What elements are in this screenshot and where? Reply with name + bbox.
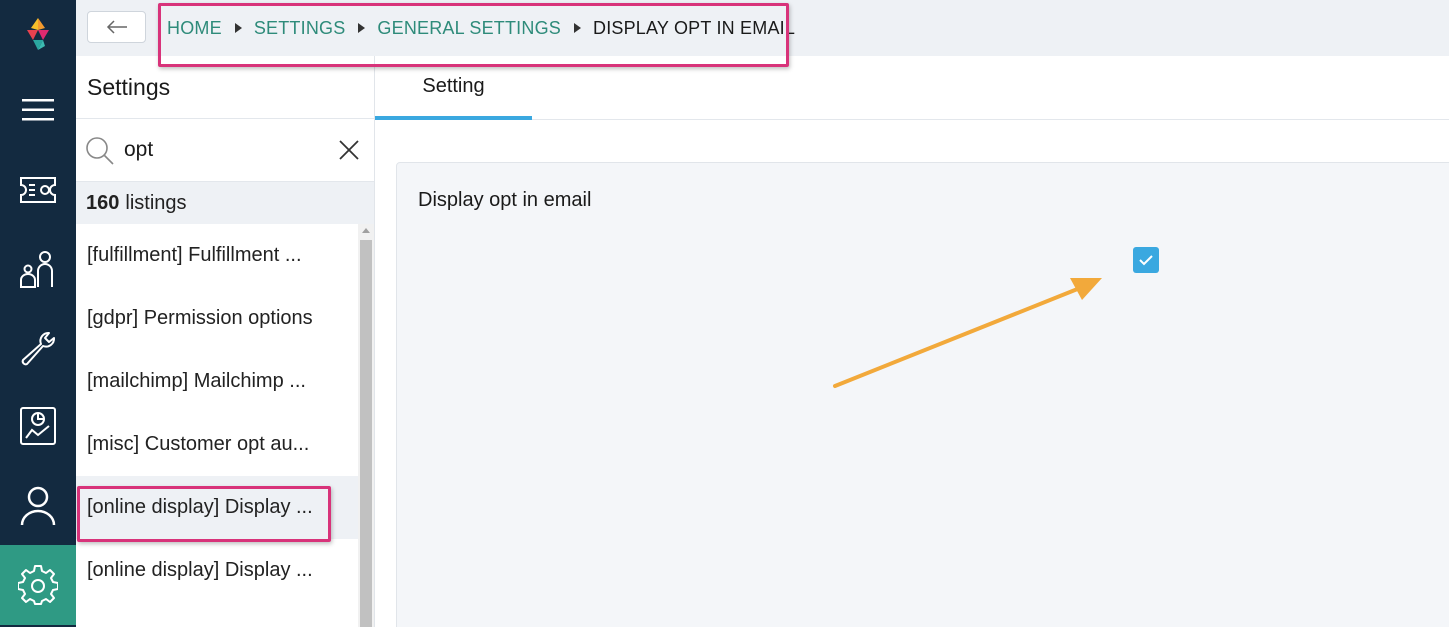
breadcrumb: HOME SETTINGS GENERAL SETTINGS DISPLAY O…	[167, 14, 795, 42]
wrench-icon[interactable]	[0, 317, 76, 381]
checkmark-icon	[1139, 255, 1153, 266]
search-row	[76, 118, 374, 182]
back-button[interactable]	[87, 11, 146, 43]
user-icon[interactable]	[0, 474, 76, 538]
list-item[interactable]: [mailchimp] Mailchimp ...	[76, 350, 358, 413]
list-item[interactable]: [misc] Customer opt au...	[76, 413, 358, 476]
breadcrumb-settings[interactable]: SETTINGS	[254, 18, 346, 39]
icon-rail	[0, 0, 76, 627]
report-icon[interactable]	[0, 394, 76, 458]
arrow-left-icon	[106, 20, 127, 34]
breadcrumb-separator-icon	[574, 23, 581, 33]
close-icon[interactable]	[338, 139, 360, 161]
list-scrollbar[interactable]	[358, 224, 374, 627]
settings-panel: Settings 160 listings [fulfillment] Fulf…	[76, 56, 375, 627]
tab-setting[interactable]: Setting	[375, 56, 532, 120]
panel-title: Settings	[87, 74, 171, 100]
listing-count-label: listings	[125, 191, 187, 214]
top-bar: HOME SETTINGS GENERAL SETTINGS DISPLAY O…	[76, 0, 1449, 56]
listing-count: 160 listings	[76, 182, 374, 224]
breadcrumb-current: DISPLAY OPT IN EMAIL	[593, 17, 796, 38]
breadcrumb-general-settings[interactable]: GENERAL SETTINGS	[377, 18, 561, 39]
display-opt-checkbox[interactable]	[1133, 247, 1159, 273]
main-content: Display opt in email	[375, 120, 1449, 627]
list-item-selected[interactable]: [online display] Display ...	[76, 476, 358, 539]
logo-icon[interactable]	[0, 4, 76, 68]
setting-card: Display opt in email	[396, 162, 1449, 627]
breadcrumb-separator-icon	[358, 23, 366, 33]
menu-icon[interactable]	[0, 78, 76, 142]
setting-label: Display opt in email	[418, 189, 592, 211]
breadcrumb-home[interactable]: HOME	[167, 18, 222, 39]
list-item[interactable]: [fulfillment] Fulfillment ...	[76, 224, 358, 287]
list-item[interactable]: [gdpr] Permission options	[76, 287, 358, 350]
ticket-icon[interactable]	[0, 158, 76, 222]
scroll-thumb[interactable]	[360, 240, 372, 627]
people-icon[interactable]	[0, 237, 76, 301]
settings-list: [fulfillment] Fulfillment ... [gdpr] Per…	[76, 224, 358, 627]
gear-icon[interactable]	[0, 545, 76, 625]
breadcrumb-separator-icon	[234, 23, 242, 33]
search-input[interactable]	[124, 135, 324, 165]
scroll-up-icon[interactable]	[362, 228, 370, 233]
list-item[interactable]: [online display] Display ...	[76, 539, 358, 602]
search-icon	[86, 137, 114, 165]
listing-count-number: 160	[86, 191, 120, 214]
tab-bar: Setting	[375, 56, 1449, 120]
